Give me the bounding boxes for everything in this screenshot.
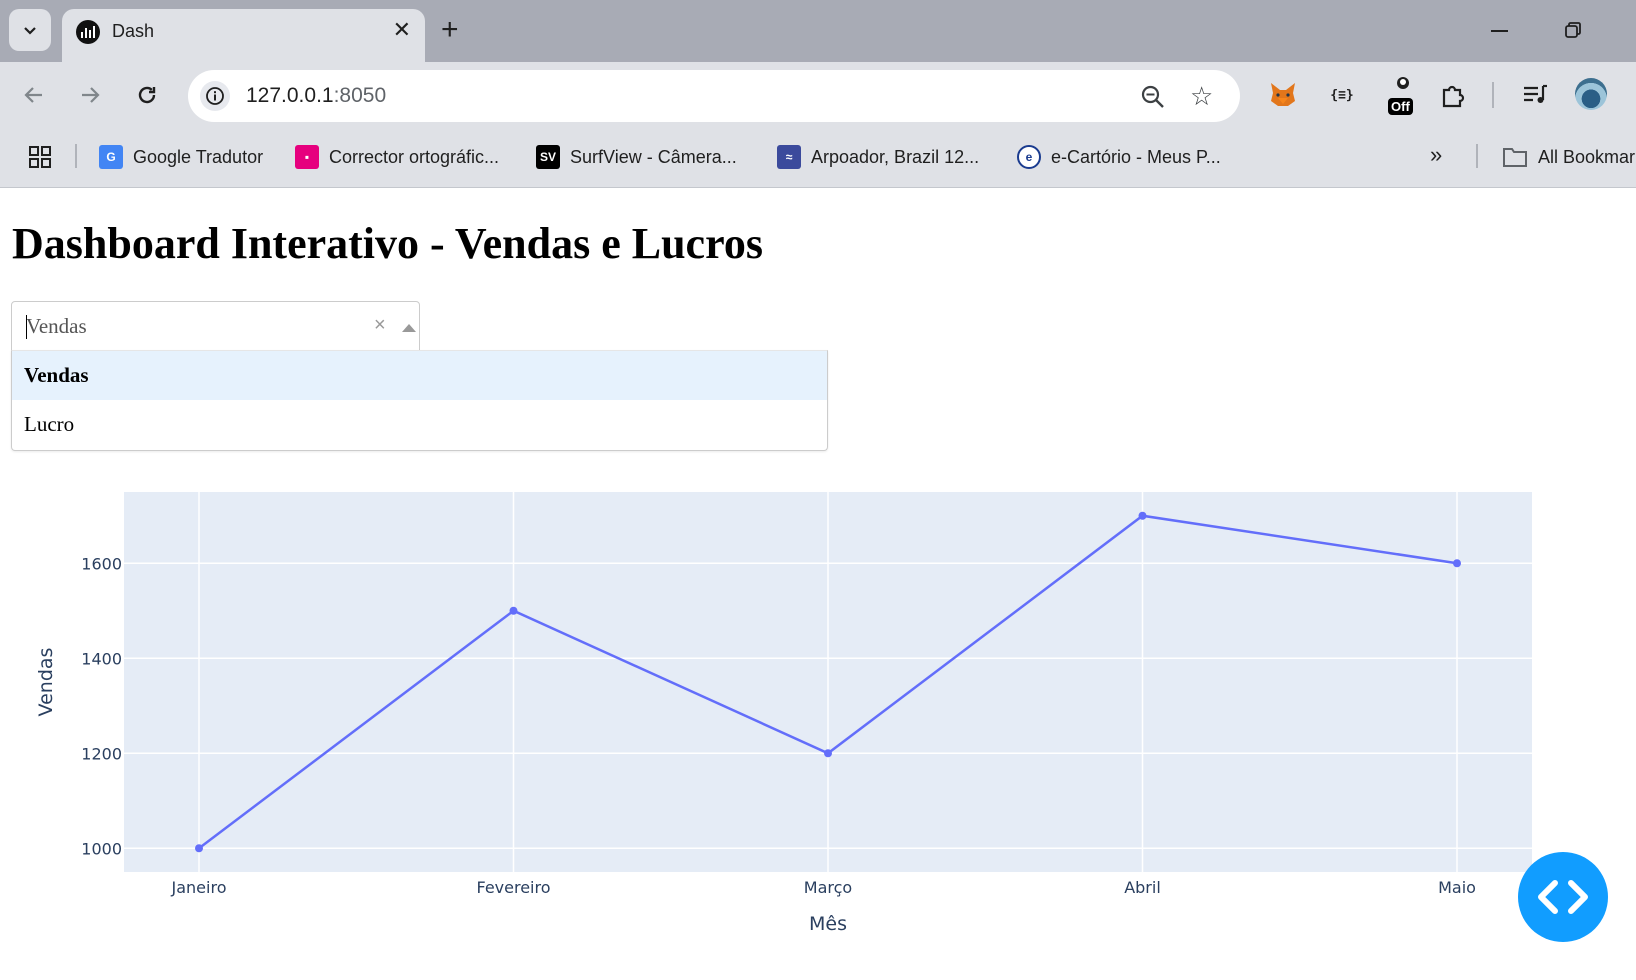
restore-window-icon[interactable]: [1565, 22, 1581, 38]
data-point: [1138, 511, 1147, 520]
arrow-left-icon: [24, 87, 42, 103]
arpoador-icon: ≈: [777, 145, 801, 169]
dropdown-option-lucro[interactable]: Lucro: [12, 400, 827, 449]
tab-title: Dash: [112, 21, 155, 41]
address-bar[interactable]: 127.0.0.1:8050 ☆: [188, 70, 1240, 122]
x-tick-label: Maio: [1438, 878, 1476, 897]
metamask-fox-icon[interactable]: [1266, 78, 1300, 112]
data-point: [1453, 559, 1461, 568]
bookmark-label: Arpoador, Brazil 12...: [811, 146, 980, 167]
x-axis-title: Mês: [809, 913, 847, 935]
all-bookmarks-folder[interactable]: All Bookmarks: [1502, 143, 1636, 171]
data-point: [509, 606, 518, 615]
bookmark-label: SurfView - Câmera...: [570, 146, 737, 167]
bookmark-star-icon[interactable]: ☆: [1190, 83, 1213, 109]
new-tab-button[interactable]: +: [441, 14, 459, 46]
dropdown-menu: Vendas Lucro: [11, 350, 828, 451]
y-tick-label: 1400: [81, 649, 122, 668]
bookmark-google-tradutor[interactable]: G Google Tradutor: [99, 143, 263, 171]
bookmark-ecartorio[interactable]: e e-Cartório - Meus P...: [1017, 143, 1221, 171]
data-point: [824, 749, 832, 758]
reload-icon: [138, 86, 156, 104]
more-bookmarks-icon[interactable]: »: [1430, 142, 1442, 168]
extension-off-badge: Off: [1388, 98, 1413, 115]
apps-grid-icon[interactable]: [28, 145, 52, 169]
json-viewer-extension-icon[interactable]: {≡}: [1322, 78, 1362, 112]
profile-avatar[interactable]: [1575, 78, 1607, 110]
dropdown-option-vendas[interactable]: Vendas: [12, 351, 827, 400]
bookmark-label: e-Cartório - Meus P...: [1051, 146, 1221, 167]
y-axis-title: Vendas: [35, 648, 57, 717]
close-tab-icon[interactable]: ✕: [393, 18, 411, 42]
y-tick-label: 1600: [81, 554, 122, 573]
back-button[interactable]: [17, 78, 51, 112]
corrector-icon: ▪: [295, 145, 319, 169]
bookmarks-divider: [1476, 144, 1478, 168]
bookmark-surfview[interactable]: SV SurfView - Câmera...: [536, 143, 737, 171]
reload-button[interactable]: [130, 78, 164, 112]
page-title: Dashboard Interativo - Vendas e Lucros: [12, 219, 763, 268]
folder-icon: [1503, 148, 1527, 167]
bookmarks-divider: [75, 144, 77, 168]
toolbar-divider: [1492, 82, 1494, 108]
forward-button[interactable]: [73, 78, 107, 112]
y-tick-label: 1000: [81, 839, 122, 858]
clear-icon[interactable]: ×: [374, 314, 386, 336]
bookmarks-bar: G Google Tradutor ▪ Corrector ortográfic…: [0, 128, 1636, 188]
dropdown-value[interactable]: Vendas: [26, 314, 87, 339]
chevron-down-icon: [24, 27, 36, 35]
tab-search-button[interactable]: [9, 9, 51, 51]
x-tick-label: Janeiro: [171, 878, 227, 897]
x-tick-label: Abril: [1124, 878, 1161, 897]
bookmark-arpoador[interactable]: ≈ Arpoador, Brazil 12...: [777, 143, 979, 171]
bookmark-label: Google Tradutor: [133, 146, 264, 167]
dash-debug-button[interactable]: [1518, 852, 1608, 942]
browser-tab[interactable]: Dash ✕: [62, 9, 425, 62]
caret-up-icon[interactable]: [402, 324, 416, 332]
bookmark-corrector[interactable]: ▪ Corrector ortográfic...: [295, 143, 499, 171]
text-cursor: [26, 315, 27, 339]
minimize-window-icon[interactable]: [1491, 30, 1508, 32]
browser-toolbar: 127.0.0.1:8050 ☆ {≡} Off: [0, 62, 1636, 128]
all-bookmarks-label: All Bookmarks: [1538, 146, 1636, 167]
surfview-icon: SV: [536, 145, 560, 169]
x-tick-label: Março: [804, 878, 852, 897]
url-text[interactable]: 127.0.0.1:8050: [246, 84, 386, 108]
y-tick-label: 1200: [81, 744, 122, 763]
site-info-icon[interactable]: [200, 81, 230, 111]
google-translate-icon: G: [99, 145, 123, 169]
media-controls-icon[interactable]: [1518, 78, 1552, 112]
x-tick-label: Fevereiro: [476, 878, 550, 897]
bookmark-label: Corrector ortográfic...: [329, 146, 500, 167]
data-point: [195, 844, 203, 853]
zoom-out-icon[interactable]: [1140, 84, 1166, 110]
code-brackets-icon: [1538, 880, 1588, 914]
dash-favicon-icon: [76, 20, 100, 44]
line-chart: 1000 1200 1400 1600 Janeiro Fevereiro Março Abr…: [35, 492, 1532, 935]
ecartorio-icon: e: [1017, 145, 1041, 169]
arrow-right-icon: [82, 87, 100, 103]
metric-dropdown[interactable]: Vendas ×: [11, 301, 420, 351]
extensions-puzzle-icon[interactable]: [1436, 78, 1470, 112]
browser-titlebar: Dash ✕ +: [0, 0, 1636, 62]
